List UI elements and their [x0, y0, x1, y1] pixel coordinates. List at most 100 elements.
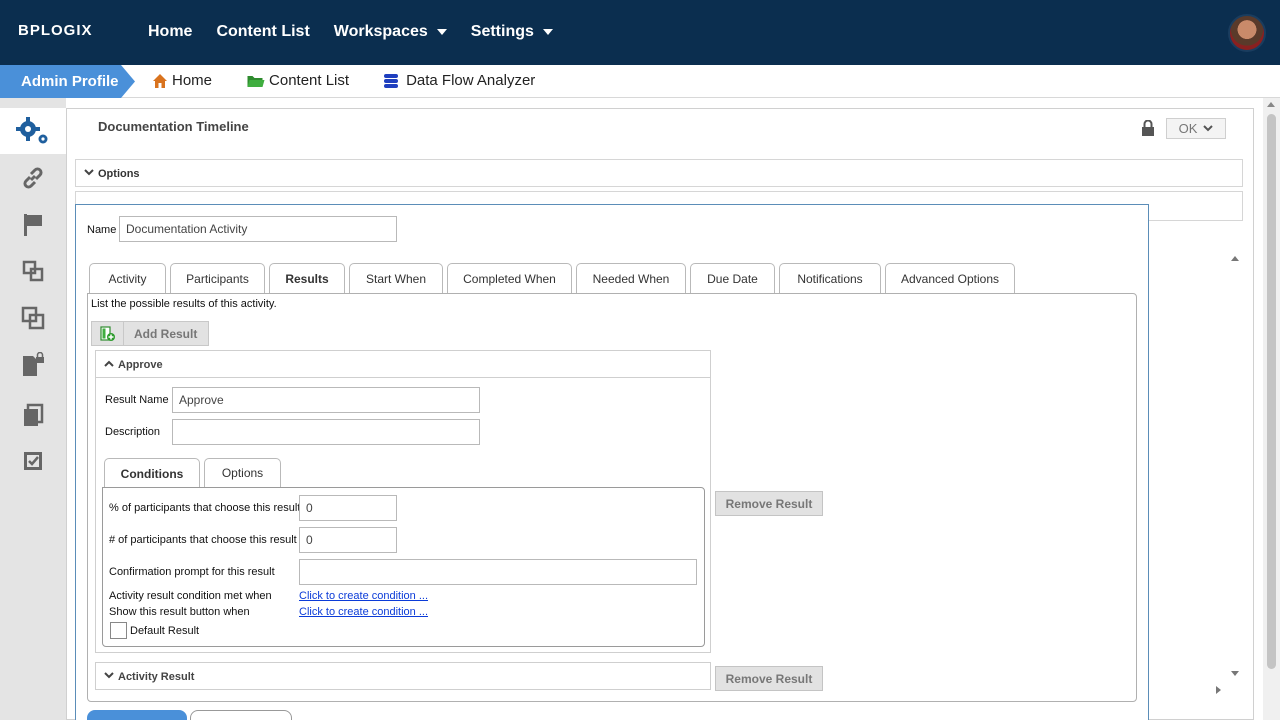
left-icon-rail — [0, 98, 66, 720]
count-participants-input[interactable]: 0 — [299, 527, 397, 553]
results-hint: List the possible results of this activi… — [91, 298, 277, 310]
ok-label: OK — [1178, 121, 1198, 136]
approve-section-header[interactable]: Approve — [96, 351, 710, 378]
rail-link[interactable] — [0, 155, 66, 201]
chevron-down-icon — [542, 29, 553, 35]
nav-content-list-label: Content List — [216, 23, 310, 40]
rail-checkbox[interactable] — [0, 438, 66, 484]
show-button-label: Show this result button when — [109, 606, 250, 618]
results-tab-panel: List the possible results of this activi… — [87, 293, 1137, 702]
inner-scroll-down-icon[interactable] — [1231, 671, 1239, 676]
add-result-button[interactable]: Add Result — [91, 321, 209, 346]
chevron-up-icon — [104, 360, 114, 367]
page-scrollbar[interactable] — [1263, 98, 1280, 720]
house-icon — [153, 73, 167, 88]
rail-gears[interactable] — [0, 108, 66, 154]
rail-overlap-squares[interactable] — [0, 295, 66, 341]
dialog-primary-button[interactable] — [87, 710, 187, 720]
rail-copy[interactable] — [0, 392, 66, 438]
chevron-down-icon — [84, 169, 94, 176]
checkbox-icon — [24, 452, 42, 470]
locked-document-icon — [23, 352, 44, 376]
folder-icon — [247, 75, 265, 87]
name-label: Name — [87, 224, 117, 236]
result-name-input[interactable]: Approve — [172, 387, 480, 413]
condition-met-label: Activity result condition met when — [109, 590, 272, 602]
dialog-secondary-button[interactable] — [190, 710, 292, 720]
tab-participants[interactable]: Participants — [170, 263, 265, 293]
show-button-link[interactable]: Click to create condition ... — [299, 606, 428, 618]
nested-squares-icon — [22, 260, 44, 282]
options-section-header[interactable]: Options — [75, 159, 1243, 187]
description-label: Description — [105, 426, 161, 438]
description-input[interactable] — [172, 419, 480, 445]
tab-results[interactable]: Results — [269, 263, 345, 294]
rail-locked-document[interactable] — [0, 342, 66, 388]
activity-result-header[interactable]: Activity Result — [96, 663, 710, 690]
admin-profile-tab[interactable]: Admin Profile — [0, 65, 135, 98]
inner-scroll-up-icon[interactable] — [1231, 256, 1239, 261]
add-document-icon — [92, 322, 124, 345]
result-name-label: Result Name — [105, 394, 169, 406]
nav-home[interactable]: Home — [148, 23, 192, 41]
crumb-home[interactable]: Home — [152, 72, 212, 89]
approve-header-label: Approve — [118, 359, 163, 371]
tab-activity[interactable]: Activity — [89, 263, 166, 293]
chevron-down-icon — [436, 29, 447, 35]
nav-settings-label: Settings — [470, 23, 534, 40]
crumb-data-flow-analyzer[interactable]: Data Flow Analyzer — [383, 72, 535, 89]
confirm-prompt-label: Confirmation prompt for this result — [109, 566, 275, 578]
database-icon — [384, 73, 399, 88]
tab-due-date[interactable]: Due Date — [690, 263, 775, 293]
pct-participants-input[interactable]: 0 — [299, 495, 397, 521]
ok-button[interactable]: OK — [1166, 118, 1226, 139]
top-navbar: BPLOGIX Home Content List Workspaces Set… — [0, 0, 1280, 65]
tab-options[interactable]: Options — [204, 458, 281, 487]
count-participants-label: # of participants that choose this resul… — [109, 534, 297, 546]
breadcrumb: Home Content List Data Flow Analyzer — [152, 72, 569, 89]
tab-completed-when[interactable]: Completed When — [447, 263, 572, 293]
crumb-content-list-label: Content List — [269, 72, 350, 89]
breadcrumb-bar: Admin Profile Home Content List Data Flo… — [0, 65, 1280, 98]
scrollbar-thumb[interactable] — [1267, 114, 1276, 669]
scroll-up-icon[interactable] — [1267, 102, 1275, 107]
add-result-label: Add Result — [134, 326, 198, 341]
gears-icon — [16, 117, 48, 144]
inner-scroll-right-icon[interactable] — [1216, 686, 1221, 694]
tab-needed-when[interactable]: Needed When — [576, 263, 686, 293]
user-avatar[interactable] — [1228, 14, 1266, 52]
copy-icon — [24, 403, 44, 426]
lock-icon[interactable] — [1141, 120, 1155, 136]
nav-workspaces[interactable]: Workspaces — [334, 23, 447, 41]
nav-settings[interactable]: Settings — [471, 23, 553, 41]
flag-icon — [24, 214, 42, 236]
pct-participants-label: % of participants that choose this resul… — [109, 502, 301, 514]
remove-result-button[interactable]: Remove Result — [715, 491, 823, 516]
activity-dialog: Name Documentation Activity Activity Par… — [75, 204, 1149, 720]
crumb-data-flow-label: Data Flow Analyzer — [406, 72, 536, 89]
confirm-prompt-input[interactable] — [299, 559, 697, 585]
dialog-tabs: Activity Participants Results Start When… — [89, 263, 1019, 294]
link-icon — [23, 167, 43, 189]
conditions-panel: % of participants that choose this resul… — [102, 487, 705, 647]
chevron-down-icon — [104, 672, 114, 679]
remove-result-button-2[interactable]: Remove Result — [715, 666, 823, 691]
rail-nested-squares[interactable] — [0, 248, 66, 294]
crumb-home-label: Home — [172, 72, 213, 89]
name-input[interactable]: Documentation Activity — [119, 216, 397, 242]
default-result-label: Default Result — [130, 625, 200, 637]
rail-flag[interactable] — [0, 202, 66, 248]
tab-conditions[interactable]: Conditions — [104, 458, 200, 488]
condition-met-link[interactable]: Click to create condition ... — [299, 590, 428, 602]
bplogix-logo[interactable]: BPLOGIX — [18, 20, 93, 40]
tab-notifications[interactable]: Notifications — [779, 263, 881, 293]
overlap-squares-icon — [21, 306, 45, 330]
activity-result-label: Activity Result — [118, 671, 195, 683]
default-result-checkbox[interactable] — [110, 622, 127, 639]
crumb-content-list[interactable]: Content List — [246, 72, 349, 89]
tab-start-when[interactable]: Start When — [349, 263, 443, 293]
tab-advanced-options[interactable]: Advanced Options — [885, 263, 1015, 293]
top-nav-menu: Home Content List Workspaces Settings — [148, 23, 577, 41]
logo-text: BPLOGIX — [18, 22, 93, 39]
nav-content-list[interactable]: Content List — [216, 23, 309, 41]
